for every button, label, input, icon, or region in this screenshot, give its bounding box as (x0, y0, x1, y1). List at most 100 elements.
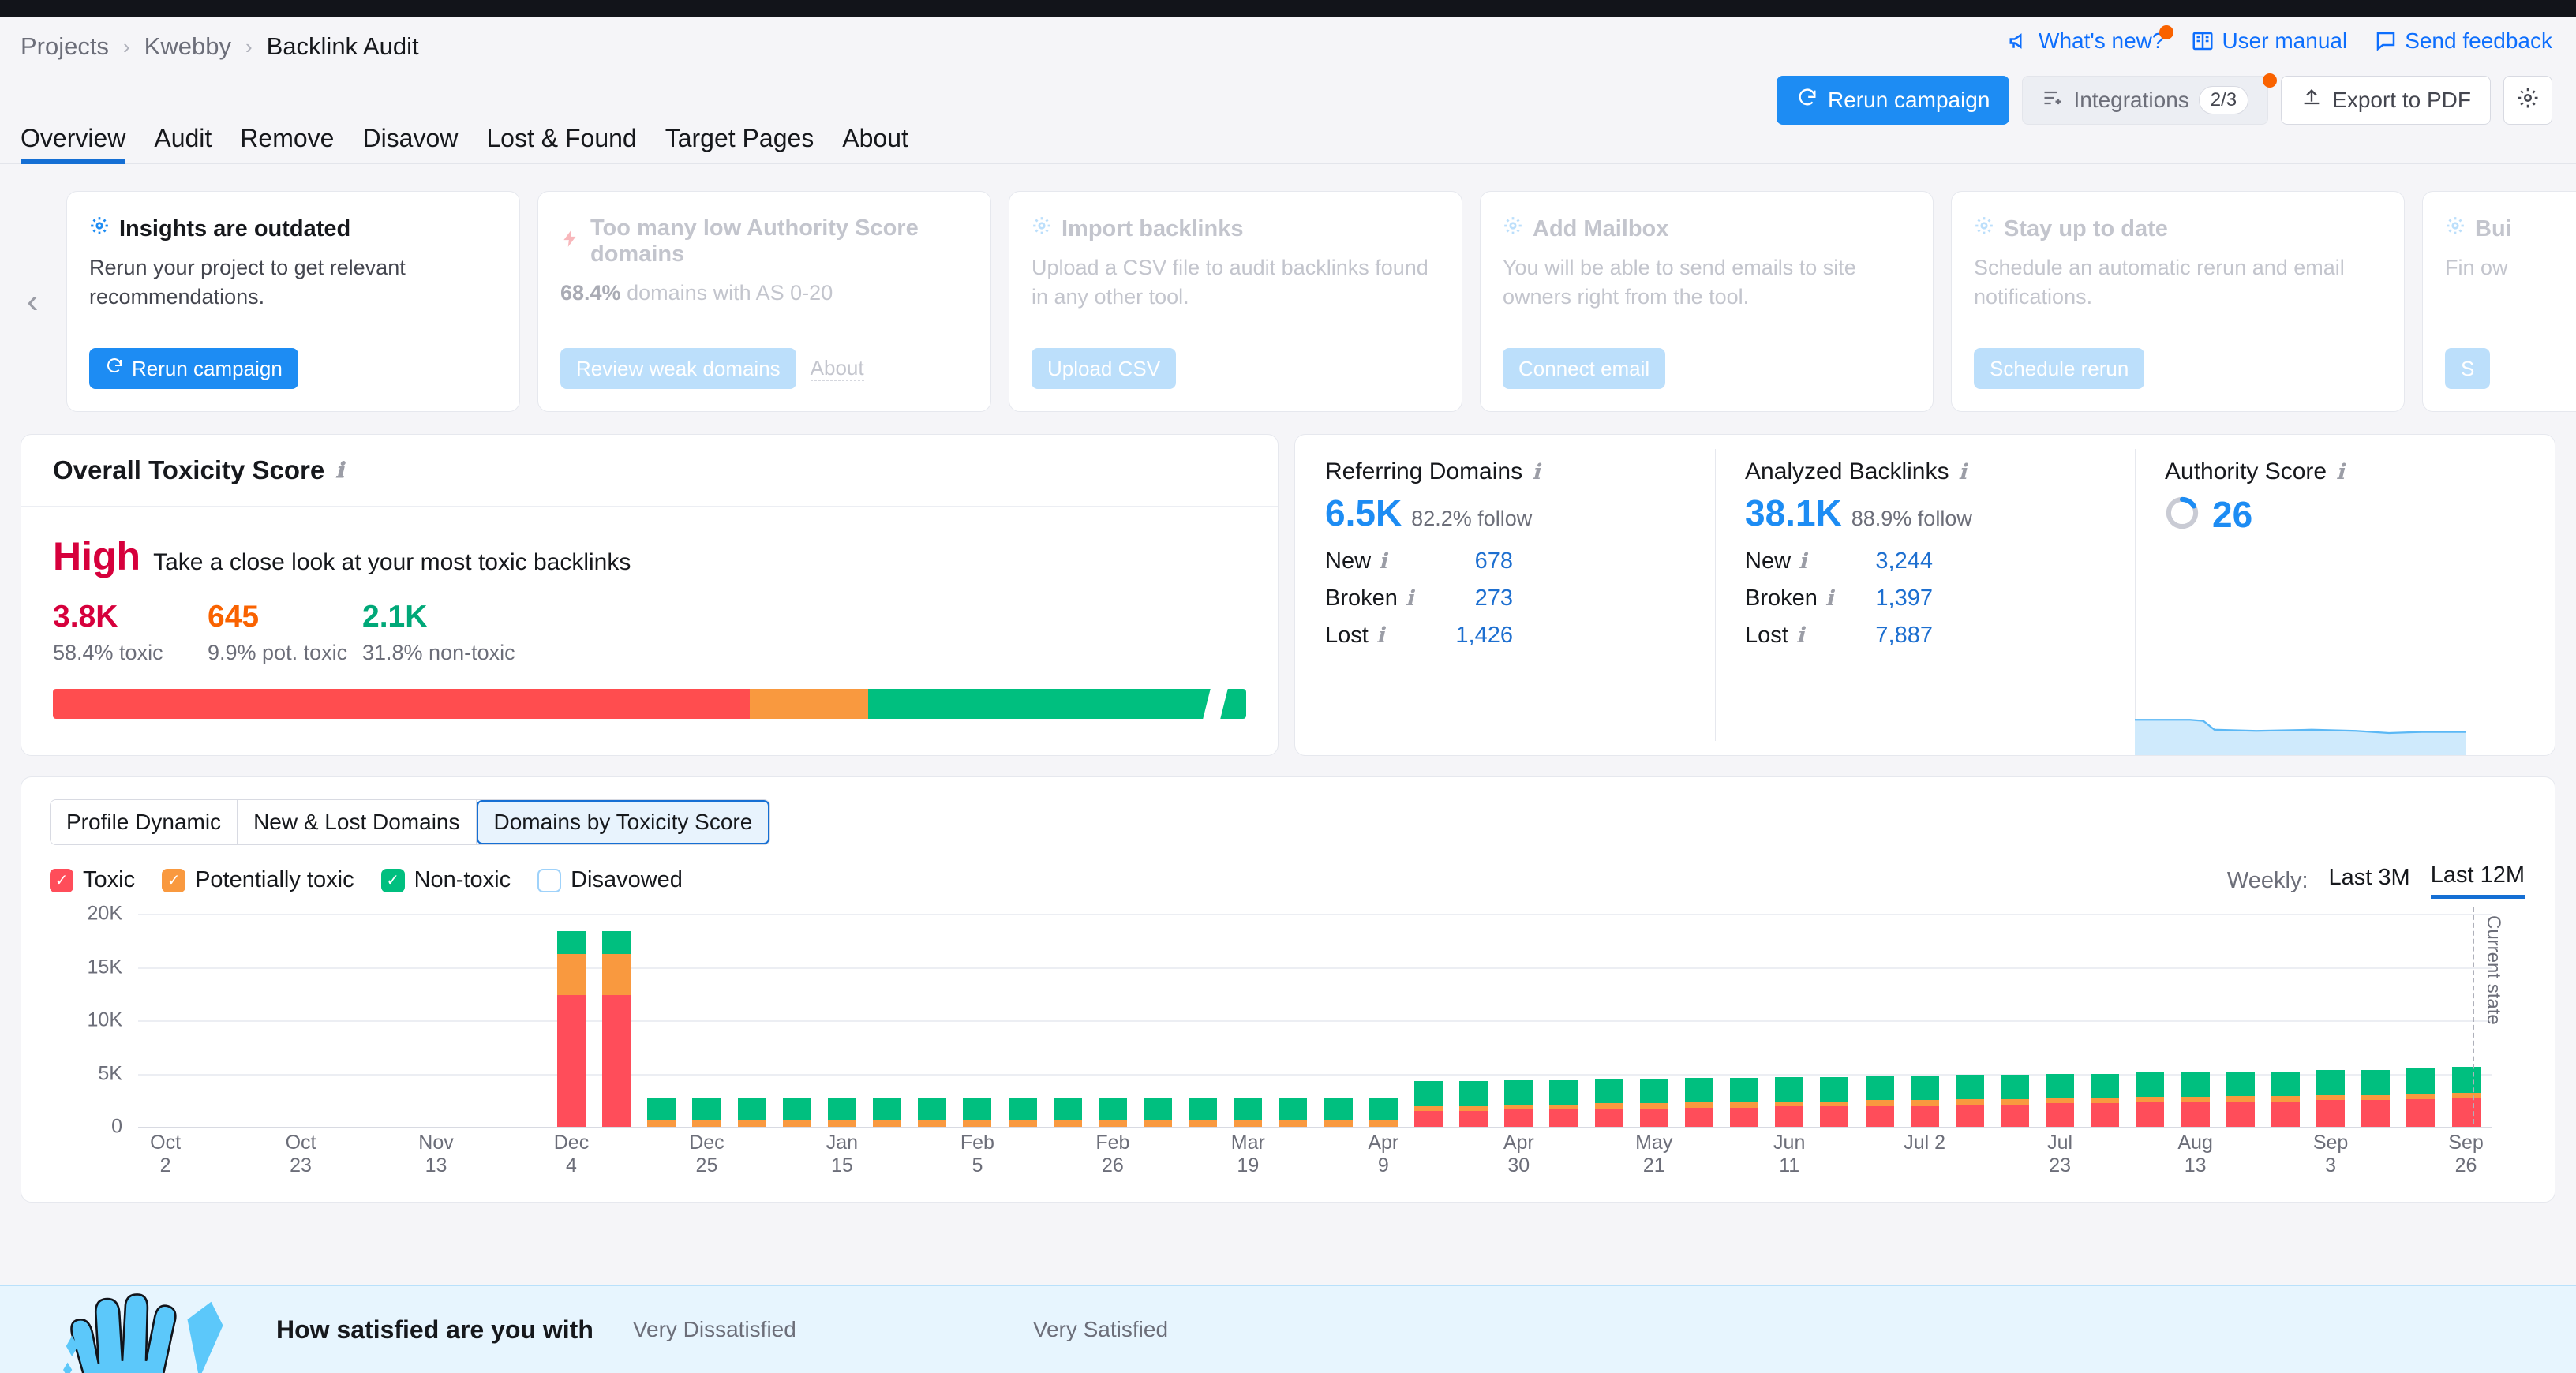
chart-bar[interactable] (1730, 1077, 1759, 1127)
export-pdf-button[interactable]: Export to PDF (2281, 76, 2491, 125)
chart-bar-slot[interactable] (2173, 1072, 2218, 1127)
chart-bar-slot[interactable] (1451, 1080, 1496, 1127)
whats-new-link[interactable]: What's new? (2008, 25, 2174, 54)
checkbox-checked-icon[interactable]: ✓ (380, 868, 405, 892)
checkbox-checked-icon[interactable]: ✓ (162, 868, 186, 892)
chart-bar[interactable] (1504, 1079, 1533, 1127)
tab-profile-dynamic[interactable]: Profile Dynamic (51, 800, 238, 844)
breadcrumb-item-projects[interactable]: Projects (21, 32, 109, 61)
chart-bar[interactable] (2271, 1071, 2300, 1127)
info-icon[interactable]: ℹ (1376, 623, 1384, 648)
chart-bar[interactable] (1549, 1079, 1578, 1127)
chart-bar-slot[interactable] (1090, 1098, 1135, 1127)
chart-bar[interactable] (692, 1098, 721, 1127)
chart-bar-slot[interactable] (1947, 1074, 1992, 1127)
info-icon[interactable]: ℹ (1958, 460, 1966, 484)
insight-card[interactable]: Add Mailbox You will be able to send ema… (1480, 191, 1934, 412)
chart-bar-slot[interactable] (774, 1098, 819, 1127)
referring-domains-value[interactable]: 6.5K (1325, 492, 1402, 534)
chart-bar[interactable] (2406, 1068, 2436, 1127)
info-icon[interactable]: ℹ (335, 458, 343, 483)
chart-bar[interactable] (1098, 1098, 1127, 1127)
row-value[interactable]: 1,426 (1418, 623, 1513, 649)
about-link[interactable]: About (810, 356, 864, 381)
chart-bar[interactable] (1775, 1076, 1804, 1127)
breadcrumb-item-kwebby[interactable]: Kwebby (144, 32, 231, 61)
chart-bar-slot[interactable] (2443, 1067, 2488, 1127)
chart-bar[interactable] (2181, 1072, 2210, 1127)
chart-bar-slot[interactable] (1135, 1098, 1180, 1127)
legend-item-disavowed[interactable]: Disavowed (537, 867, 683, 893)
chart-bar[interactable] (2000, 1074, 2029, 1127)
chart-bar-slot[interactable] (1812, 1076, 1857, 1127)
chart-bar[interactable] (963, 1098, 992, 1127)
chart-bar-slot[interactable] (1992, 1074, 2037, 1127)
upload-csv-button[interactable]: Upload CSV (1032, 348, 1177, 389)
chart-bar[interactable] (1053, 1098, 1082, 1127)
chart-bar[interactable] (602, 930, 631, 1127)
chart-bar[interactable] (737, 1098, 766, 1127)
checkbox-unchecked-icon[interactable] (537, 868, 562, 892)
chart-bar-slot[interactable] (1316, 1098, 1361, 1127)
info-icon[interactable]: ℹ (1532, 460, 1540, 484)
chart-bar[interactable] (1368, 1098, 1398, 1127)
settings-button[interactable] (2503, 76, 2552, 125)
chart-bar-slot[interactable] (865, 1098, 910, 1127)
insight-card[interactable]: Insights are outdated Rerun your project… (66, 191, 520, 412)
tab-audit[interactable]: Audit (154, 124, 212, 163)
chart-bar-slot[interactable] (729, 1098, 774, 1127)
checkbox-checked-icon[interactable]: ✓ (50, 868, 73, 892)
chart-bar-slot[interactable] (1767, 1076, 1812, 1127)
tab-about[interactable]: About (842, 124, 908, 163)
chart-bar-slot[interactable] (549, 930, 593, 1127)
integrations-button[interactable]: Integrations 2/3 (2022, 73, 2278, 125)
chart-bar-slot[interactable] (2128, 1072, 2173, 1127)
schedule-rerun-button[interactable]: Schedule rerun (1974, 348, 2145, 389)
send-feedback-link[interactable]: Send feedback (2374, 28, 2552, 54)
chart-bar-slot[interactable] (2263, 1071, 2308, 1127)
chart-bar-slot[interactable] (1226, 1098, 1271, 1127)
legend-item-non-toxic[interactable]: ✓ Non-toxic (380, 867, 511, 893)
chart-bar[interactable] (827, 1098, 856, 1127)
tab-domains-by-toxicity-score[interactable]: Domains by Toxicity Score (476, 800, 770, 844)
chart-bar[interactable] (1910, 1076, 1939, 1127)
chart-bar[interactable] (873, 1098, 902, 1127)
chart-bar[interactable] (1234, 1098, 1263, 1127)
chart-bar[interactable] (1413, 1080, 1443, 1127)
chart-bar[interactable] (1684, 1077, 1713, 1127)
chart-bar[interactable] (2226, 1071, 2255, 1127)
tab-remove[interactable]: Remove (240, 124, 334, 163)
range-last-12m[interactable]: Last 12M (2430, 862, 2525, 899)
tab-overview[interactable]: Overview (21, 124, 126, 164)
user-manual-link[interactable]: User manual (2191, 28, 2347, 54)
chart-bar[interactable] (1144, 1098, 1173, 1127)
chart-bar[interactable] (1008, 1098, 1037, 1127)
start-button[interactable]: S (2445, 348, 2491, 389)
chart-bar[interactable] (1279, 1098, 1308, 1127)
chart-bar-slot[interactable] (955, 1098, 1000, 1127)
chart-bar[interactable] (1865, 1076, 1894, 1127)
carousel-prev-icon[interactable]: ‹ (27, 282, 39, 321)
chart-bar-slot[interactable] (1406, 1080, 1451, 1127)
chart-bar[interactable] (1189, 1098, 1218, 1127)
row-value[interactable]: 273 (1418, 585, 1513, 612)
range-last-3m[interactable]: Last 3M (2329, 865, 2410, 897)
review-weak-domains-button[interactable]: Review weak domains (560, 348, 796, 389)
chart-bar-slot[interactable] (819, 1098, 864, 1127)
chart-bar[interactable] (1639, 1079, 1668, 1127)
chart-bar[interactable] (1324, 1098, 1353, 1127)
chart-bar-slot[interactable] (639, 1098, 684, 1127)
chart-bar-slot[interactable] (684, 1098, 729, 1127)
legend-item-potentially-toxic[interactable]: ✓ Potentially toxic (162, 867, 354, 893)
info-icon[interactable]: ℹ (1796, 623, 1804, 648)
info-icon[interactable]: ℹ (1379, 549, 1387, 574)
tab-new-and-lost-domains[interactable]: New & Lost Domains (238, 800, 477, 844)
chart-bar[interactable] (1594, 1079, 1623, 1127)
row-value[interactable]: 3,244 (1838, 548, 1933, 574)
analyzed-backlinks-value[interactable]: 38.1K (1745, 492, 1842, 534)
rerun-campaign-card-button[interactable]: Rerun campaign (89, 348, 298, 389)
chart-bar[interactable] (918, 1098, 947, 1127)
chart-bar-slot[interactable] (1181, 1098, 1226, 1127)
chart-bar-slot[interactable] (2398, 1068, 2443, 1127)
chart-bar[interactable] (2451, 1067, 2481, 1127)
